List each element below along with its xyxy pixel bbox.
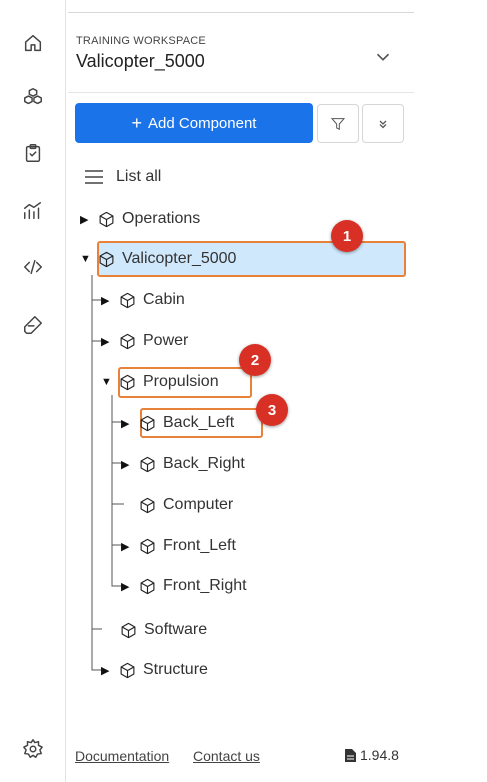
workspace-name[interactable]: Valicopter_5000 <box>76 51 205 72</box>
components-icon[interactable] <box>20 84 46 110</box>
cube-icon <box>120 622 137 639</box>
list-all-button[interactable]: List all <box>84 166 161 188</box>
node-label: Front_Right <box>163 577 247 594</box>
tree-node-operations[interactable]: ▶ Operations <box>80 207 200 231</box>
cube-icon <box>98 251 115 268</box>
node-label: Operations <box>122 210 201 227</box>
tree-node-computer[interactable]: Computer <box>139 493 233 517</box>
code-icon[interactable] <box>20 254 46 280</box>
icon-rail <box>0 0 66 782</box>
node-label: Back_Right <box>163 455 245 472</box>
filter-button[interactable] <box>317 104 359 143</box>
cube-icon <box>119 662 136 679</box>
collapse-caret-icon[interactable]: ▼ <box>101 376 113 388</box>
node-label: Computer <box>163 496 234 513</box>
expand-caret-icon[interactable]: ▶ <box>121 580 133 593</box>
cube-icon <box>98 211 115 228</box>
add-component-label: Add Component <box>148 114 257 132</box>
tree-node-back-right[interactable]: ▶ Back_Right <box>121 452 245 476</box>
version-label: 1.94.8 <box>360 747 399 763</box>
expand-caret-icon[interactable]: ▶ <box>101 294 113 307</box>
workspace-label: TRAINING WORKSPACE <box>76 35 206 47</box>
contact-us-link[interactable]: Contact us <box>193 748 260 764</box>
tree-node-valicopter[interactable]: ▼ Valicopter_5000 <box>80 247 236 271</box>
collapse-caret-icon[interactable]: ▼ <box>80 253 92 265</box>
add-component-button[interactable]: + Add Component <box>75 103 313 143</box>
annotation-badge-2: 2 <box>239 344 271 376</box>
menu-icon <box>85 170 103 184</box>
expand-caret-icon[interactable]: ▶ <box>80 213 92 226</box>
cube-icon <box>119 333 136 350</box>
settings-icon[interactable] <box>20 736 46 762</box>
tree-node-power[interactable]: ▶ Power <box>101 329 188 353</box>
filter-icon <box>330 117 346 130</box>
annotation-badge-1: 1 <box>331 220 363 252</box>
document-icon <box>345 748 356 762</box>
documentation-link[interactable]: Documentation <box>75 748 169 764</box>
version-info: 1.94.8 <box>344 747 399 763</box>
node-label: Power <box>143 332 189 349</box>
expand-caret-icon[interactable]: ▶ <box>101 664 113 677</box>
analytics-icon[interactable] <box>20 198 46 224</box>
cube-icon <box>139 497 156 514</box>
requirements-icon[interactable] <box>20 140 46 166</box>
plus-icon: + <box>131 112 143 133</box>
expand-caret-icon[interactable]: ▶ <box>121 417 133 430</box>
tree-node-back-left[interactable]: ▶ Back_Left <box>121 411 234 435</box>
chevron-down-icon[interactable] <box>372 46 394 68</box>
node-label: Back_Left <box>163 414 235 431</box>
tree-node-cabin[interactable]: ▶ Cabin <box>101 288 185 312</box>
test-icon[interactable] <box>20 312 46 338</box>
top-divider <box>68 12 414 13</box>
double-chevron-down-icon <box>379 120 387 128</box>
tree-node-structure[interactable]: ▶ Structure <box>101 658 208 682</box>
expand-caret-icon[interactable]: ▶ <box>101 335 113 348</box>
list-all-label: List all <box>116 168 162 185</box>
cube-icon <box>119 292 136 309</box>
collapse-all-button[interactable] <box>362 104 404 143</box>
node-label: Valicopter_5000 <box>122 250 237 267</box>
cube-icon <box>139 456 156 473</box>
cube-icon <box>139 538 156 555</box>
node-label: Software <box>144 621 208 638</box>
cube-icon <box>139 578 156 595</box>
cube-icon <box>139 415 156 432</box>
annotation-badge-3: 3 <box>256 394 288 426</box>
node-label: Cabin <box>143 291 185 308</box>
header-divider <box>68 92 414 93</box>
node-label: Structure <box>143 661 208 678</box>
node-label: Propulsion <box>143 373 219 390</box>
expand-caret-icon[interactable]: ▶ <box>121 458 133 471</box>
tree-node-software[interactable]: Software <box>120 618 207 642</box>
cube-icon <box>119 374 136 391</box>
tree-node-front-left[interactable]: ▶ Front_Left <box>121 534 236 558</box>
node-label: Front_Left <box>163 537 236 554</box>
tree-node-front-right[interactable]: ▶ Front_Right <box>121 574 247 598</box>
tree-node-propulsion[interactable]: ▼ Propulsion <box>101 370 219 394</box>
home-icon[interactable] <box>20 30 46 56</box>
expand-caret-icon[interactable]: ▶ <box>121 540 133 553</box>
